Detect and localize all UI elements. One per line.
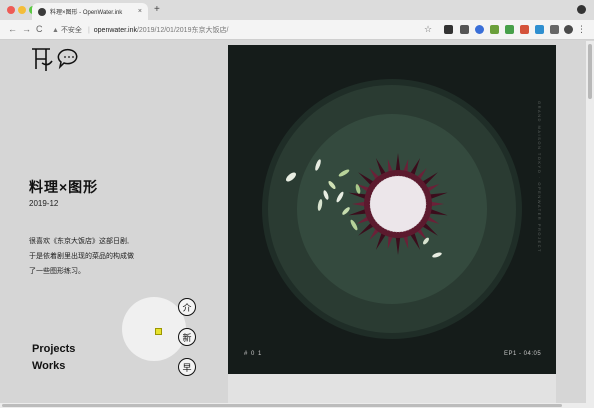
url-host: openwater.ink bbox=[93, 26, 137, 34]
puzzle-icon[interactable] bbox=[550, 25, 559, 34]
warning-icon: ▲ bbox=[52, 26, 59, 34]
back-button[interactable]: ← bbox=[8, 24, 17, 34]
projects-link[interactable]: Projects bbox=[32, 343, 75, 355]
url-separator: | bbox=[87, 26, 90, 34]
description-line: 了一些图形练习。 bbox=[29, 268, 85, 275]
nav-button-early[interactable]: 早 bbox=[178, 358, 196, 376]
nav-button-new[interactable]: 新 bbox=[178, 328, 196, 346]
url-path: /2019/12/01/2019东京大饭店/ bbox=[136, 27, 229, 34]
extension-icon[interactable] bbox=[505, 25, 514, 34]
bookmark-star-icon[interactable]: ☆ bbox=[424, 24, 432, 35]
extension-icon[interactable] bbox=[535, 25, 544, 34]
avatar[interactable] bbox=[564, 25, 573, 34]
browser-menu-button[interactable]: ⋮ bbox=[577, 24, 586, 35]
security-label: 不安全 bbox=[60, 27, 82, 34]
page-title: 料理×图形 bbox=[29, 179, 99, 195]
tab-title: 料理×图形 - OpenWater.ink bbox=[50, 10, 123, 16]
artwork-vertical-caption: GRAND MAISON TOKYO · OPENWATER PROJECT bbox=[537, 101, 542, 253]
description-line: 很喜欢《东京大饭店》这部日剧, bbox=[29, 238, 129, 245]
artwork-panel bbox=[228, 45, 556, 374]
nav-button-intro[interactable]: 介 bbox=[178, 298, 196, 316]
hover-circle bbox=[122, 297, 186, 361]
works-link[interactable]: Works bbox=[32, 360, 65, 372]
horizontal-scroll-thumb[interactable] bbox=[2, 404, 562, 407]
site-favicon-icon bbox=[38, 7, 46, 16]
page-content: 料理×图形 2019-12 很喜欢《东京大饭店》这部日剧, 于是依着剧里出现的菜… bbox=[0, 41, 594, 408]
profile-icon[interactable] bbox=[577, 5, 586, 14]
artwork-episode: EP1 - 04:05 bbox=[504, 351, 542, 357]
extension-icon[interactable] bbox=[444, 25, 453, 34]
new-tab-button[interactable]: + bbox=[154, 4, 160, 15]
project-description: 很喜欢《东京大饭店》这部日剧, 于是依着剧里出现的菜品的构成做 了一些图形练习。 bbox=[29, 234, 159, 279]
artwork-illustration bbox=[262, 79, 522, 339]
site-logo-icon[interactable] bbox=[30, 45, 86, 73]
cursor-highlight bbox=[155, 328, 162, 335]
browser-tab[interactable]: 料理×图形 - OpenWater.ink × bbox=[32, 3, 148, 20]
artwork-number: # 0 1 bbox=[244, 351, 263, 357]
extension-icon[interactable] bbox=[520, 25, 529, 34]
extension-icon[interactable] bbox=[460, 25, 469, 34]
extension-icon[interactable] bbox=[490, 25, 499, 34]
close-window-button[interactable] bbox=[7, 6, 15, 14]
url-field[interactable]: ▲ 不安全 | openwater.ink /2019/12/01/2019东京… bbox=[52, 23, 444, 37]
project-date: 2019-12 bbox=[29, 199, 59, 208]
vertical-scroll-thumb[interactable] bbox=[588, 44, 592, 99]
description-line: 于是依着剧里出现的菜品的构成做 bbox=[29, 253, 134, 260]
forward-button[interactable]: → bbox=[22, 24, 31, 34]
extension-icon[interactable] bbox=[475, 25, 484, 34]
reload-button[interactable]: C bbox=[36, 24, 43, 34]
minimize-window-button[interactable] bbox=[18, 6, 26, 14]
tab-close-icon[interactable]: × bbox=[138, 8, 142, 15]
